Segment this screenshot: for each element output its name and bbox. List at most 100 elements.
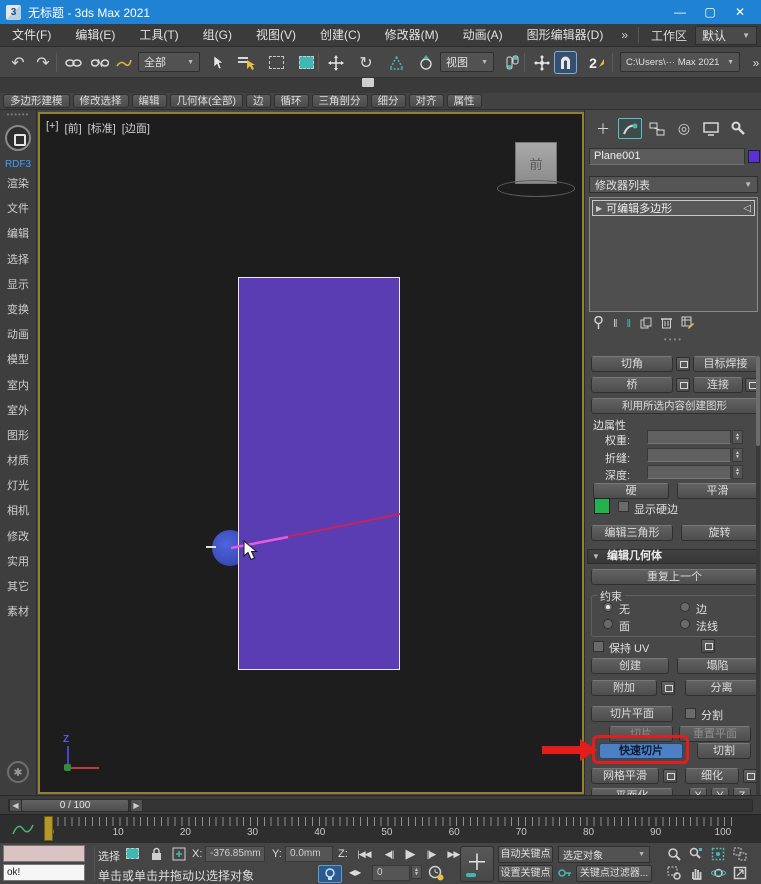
next-frame-arrow[interactable]: ▶: [130, 799, 143, 812]
select-and-scale-icon[interactable]: [384, 51, 408, 74]
key-mode-icon[interactable]: [558, 867, 572, 883]
attach-button[interactable]: 附加: [591, 680, 657, 696]
select-and-place-icon[interactable]: [414, 51, 438, 74]
preserve-uv-checkbox[interactable]: [593, 641, 604, 652]
orbit-icon[interactable]: [708, 865, 728, 881]
ribbon-tool-button[interactable]: 细分: [371, 94, 406, 108]
turn-button[interactable]: 旋转: [681, 525, 758, 541]
zoom-extents-all-icon[interactable]: [730, 846, 750, 862]
menu-item[interactable]: 文件(F): [0, 24, 63, 47]
viewcube-front-face[interactable]: 前: [515, 142, 557, 184]
constraint-normal-radio[interactable]: [680, 619, 690, 629]
remove-modifier-icon[interactable]: [661, 316, 672, 332]
hard-edge-color-swatch[interactable]: [594, 498, 610, 514]
undo-icon[interactable]: ↶: [6, 51, 30, 74]
attach-settings-button[interactable]: [661, 681, 675, 695]
dock-item[interactable]: 文件: [7, 197, 29, 222]
select-by-name-icon[interactable]: [234, 51, 258, 74]
ribbon-tool-button[interactable]: 边: [246, 94, 271, 108]
play-button[interactable]: ▶: [400, 845, 420, 863]
go-to-start-button[interactable]: |◀◀: [352, 845, 376, 863]
make-unique-icon[interactable]: [640, 317, 652, 332]
selection-region-icon[interactable]: [126, 848, 139, 862]
window-crossing-toggle-icon[interactable]: [294, 51, 318, 74]
smooth-button[interactable]: 平滑: [677, 483, 758, 499]
zoom-all-icon[interactable]: [686, 846, 706, 862]
selection-set-dropdown[interactable]: 选定对象 ▼: [558, 846, 650, 863]
track-bar[interactable]: 0102030405060708090100: [0, 814, 761, 842]
ribbon-tool-button[interactable]: 修改选择: [73, 94, 129, 108]
dock-item[interactable]: 相机: [7, 499, 29, 524]
dock-item[interactable]: 编辑: [7, 222, 29, 247]
tessellate-settings-button[interactable]: [743, 769, 757, 783]
viewcube-compass-ring[interactable]: [497, 180, 575, 197]
project-folder-dropdown[interactable]: C:\Users\··· Max 2021 ▼: [620, 52, 740, 72]
viewport-menu[interactable]: [标准]: [88, 120, 116, 136]
current-frame-field[interactable]: 0: [372, 865, 410, 881]
collapse-button[interactable]: 塌陷: [677, 658, 758, 674]
drag-handle[interactable]: ••••••: [7, 111, 30, 119]
constraint-none-radio[interactable]: [603, 602, 613, 612]
maxscript-listener-output[interactable]: ok!: [3, 864, 85, 881]
zoom-extents-icon[interactable]: [708, 846, 728, 862]
selection-lock-icon[interactable]: [150, 847, 163, 864]
previous-key-button[interactable]: ◀||: [378, 845, 400, 863]
dock-item[interactable]: 素材: [7, 600, 29, 625]
auto-key-button[interactable]: 自动关键点: [498, 846, 553, 863]
ribbon-tool-button[interactable]: 对齐: [409, 94, 444, 108]
constraint-face-radio[interactable]: [603, 619, 613, 629]
menu-item[interactable]: 图形编辑器(D): [515, 24, 616, 47]
object-name-field[interactable]: Plane001: [589, 148, 745, 165]
dock-item[interactable]: 修改: [7, 525, 29, 550]
preserve-uv-settings-button[interactable]: [701, 639, 715, 653]
modifier-list-dropdown[interactable]: 修改器列表 ▼: [589, 176, 758, 193]
gear-icon[interactable]: ✱: [7, 761, 29, 783]
menu-item[interactable]: 视图(V): [244, 24, 308, 47]
zoom-icon[interactable]: [664, 846, 684, 862]
use-pivot-center-icon[interactable]: [500, 51, 524, 74]
menu-overflow-chevron[interactable]: »: [615, 28, 634, 42]
ribbon-tool-button[interactable]: 三角剖分: [312, 94, 368, 108]
bridge-settings-button[interactable]: [676, 378, 690, 392]
viewport-menu[interactable]: [前]: [65, 120, 82, 136]
weight-spinner[interactable]: ▲▼: [732, 430, 743, 444]
utilities-tab-icon[interactable]: [726, 118, 750, 139]
ribbon-tool-button[interactable]: 几何体(全部): [170, 94, 244, 108]
time-tag-arrows[interactable]: ◀▶: [349, 868, 361, 877]
maxscript-listener-input[interactable]: [3, 845, 85, 862]
display-hard-edges-checkbox[interactable]: [618, 501, 629, 512]
rectangular-selection-region-icon[interactable]: [264, 51, 288, 74]
create-button[interactable]: 创建: [591, 658, 669, 674]
configure-modifier-sets-icon[interactable]: [681, 316, 694, 332]
target-weld-button[interactable]: 目标焊接: [693, 356, 758, 372]
dock-item[interactable]: 实用: [7, 550, 29, 575]
detach-button[interactable]: 分离: [685, 680, 758, 696]
select-and-link-icon[interactable]: [62, 51, 86, 74]
isolate-selection-toggle[interactable]: [318, 865, 342, 883]
time-slider-handle[interactable]: 0 / 100: [21, 799, 129, 812]
maximize-button[interactable]: ▢: [695, 1, 725, 23]
weight-field[interactable]: [647, 430, 731, 444]
ribbon-tool-button[interactable]: 属性: [447, 94, 482, 108]
plugin-badge[interactable]: RDF3: [5, 159, 31, 170]
dock-item[interactable]: 渲染: [7, 172, 29, 197]
select-and-move-icon[interactable]: [324, 51, 348, 74]
expand-arrow-icon[interactable]: ▶: [596, 204, 602, 213]
show-end-result-on-icon[interactable]: ‖: [627, 318, 632, 330]
dock-item[interactable]: 变换: [7, 298, 29, 323]
angle-snap-toggle-icon[interactable]: 2: [585, 51, 609, 74]
edit-geometry-rollout-header[interactable]: ▼ 编辑几何体: [587, 549, 760, 564]
ribbon-collapse-control[interactable]: ▼: [362, 78, 390, 93]
ribbon-tool-button[interactable]: 循环: [274, 94, 309, 108]
show-end-result-icon[interactable]: ‖: [613, 318, 618, 330]
bind-to-space-warp-icon[interactable]: [112, 51, 136, 74]
dock-item[interactable]: 灯光: [7, 474, 29, 499]
dock-item[interactable]: 材质: [7, 449, 29, 474]
current-frame-marker[interactable]: [44, 816, 53, 841]
plugin-logo-icon[interactable]: [5, 125, 31, 151]
chamfer-settings-button[interactable]: [676, 357, 690, 371]
connect-button[interactable]: 连接: [693, 377, 743, 393]
create-shape-button[interactable]: 利用所选内容创建图形: [591, 398, 758, 414]
msmooth-settings-button[interactable]: [663, 769, 677, 783]
msmooth-button[interactable]: 网格平滑: [591, 768, 659, 784]
